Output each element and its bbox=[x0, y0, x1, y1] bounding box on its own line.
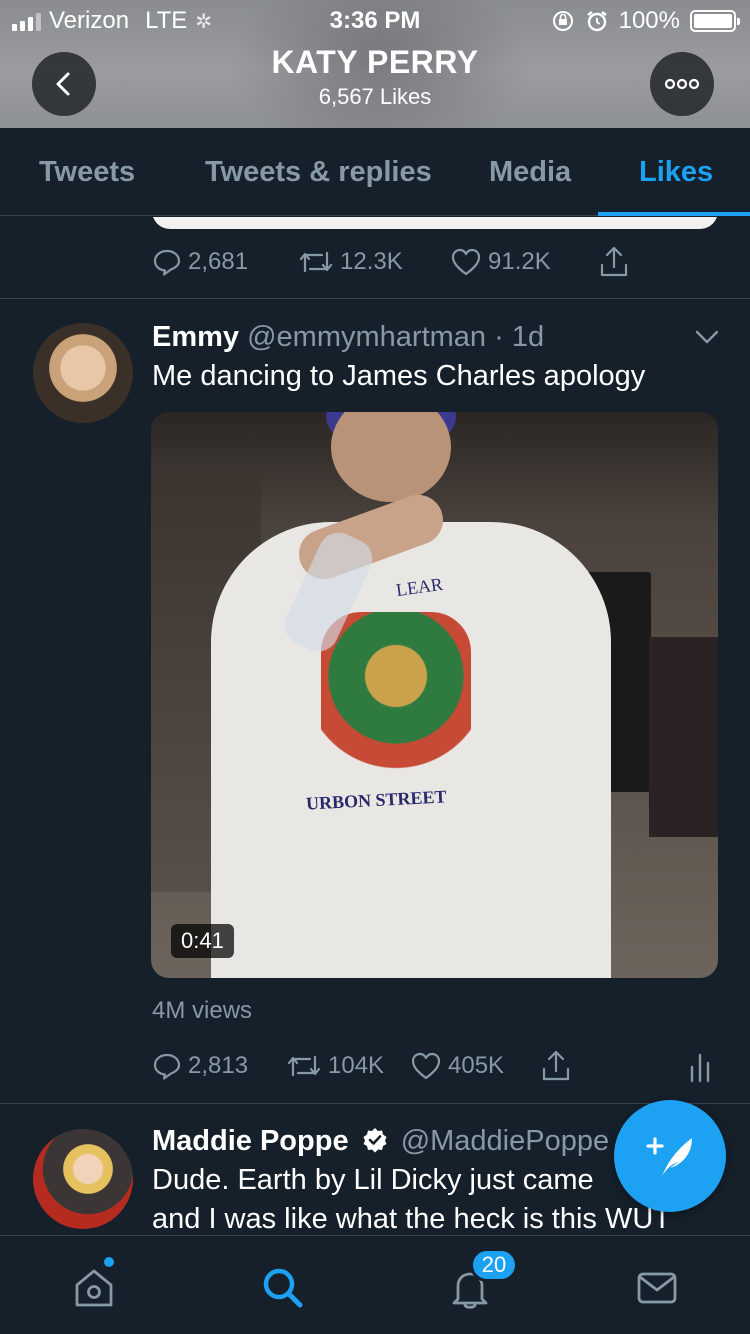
battery-percent: 100% bbox=[618, 7, 680, 34]
avatar[interactable] bbox=[33, 323, 133, 423]
tab-likes[interactable]: Likes bbox=[639, 156, 713, 189]
retweet-icon bbox=[299, 251, 333, 273]
tab-media[interactable]: Media bbox=[489, 156, 571, 189]
new-tweets-dot bbox=[104, 1257, 114, 1267]
previous-tweet-image[interactable] bbox=[152, 217, 718, 229]
messages-tab[interactable] bbox=[633, 1264, 681, 1312]
alarm-icon bbox=[586, 11, 607, 32]
retweet-action[interactable]: 12.3K bbox=[298, 247, 450, 277]
retweet-action[interactable]: 104K bbox=[286, 1051, 410, 1081]
tweet-text-line: Dude. Earth by Lil Dicky just came bbox=[152, 1164, 594, 1196]
heart-icon bbox=[411, 1052, 441, 1080]
analytics-icon[interactable] bbox=[688, 1051, 712, 1083]
likes-count: 6,567 Likes bbox=[318, 84, 432, 109]
share-action[interactable] bbox=[540, 1049, 572, 1083]
search-tab[interactable] bbox=[259, 1264, 307, 1312]
tweet-divider bbox=[0, 298, 750, 299]
active-tab-indicator bbox=[598, 212, 750, 216]
tweet-header: Maddie Poppe @MaddiePoppe bbox=[152, 1125, 609, 1158]
heart-icon bbox=[451, 248, 481, 276]
verified-badge-icon bbox=[363, 1128, 387, 1153]
page-title: KATY PERRY bbox=[271, 44, 479, 80]
like-action[interactable]: 91.2K bbox=[450, 247, 598, 277]
video-head-shape bbox=[331, 412, 451, 502]
more-options-button[interactable] bbox=[650, 52, 714, 116]
like-count: 405K bbox=[448, 1052, 505, 1079]
tweet-time: · 1d bbox=[494, 321, 545, 353]
tweet-header: Emmy @emmymhartman · 1d bbox=[152, 321, 544, 354]
profile-header: Verizon LTE ✲ 3:36 PM 100% KATY PERRY 6,… bbox=[0, 0, 750, 128]
author-handle[interactable]: @MaddiePoppe bbox=[401, 1125, 609, 1157]
status-right: 100% bbox=[551, 7, 740, 35]
tweet-actions: 2,813 104K 405K bbox=[152, 1049, 572, 1083]
reply-icon bbox=[153, 249, 181, 276]
chevron-down-icon[interactable] bbox=[694, 327, 720, 347]
retweet-count: 12.3K bbox=[340, 248, 403, 275]
search-icon bbox=[263, 1268, 303, 1308]
reply-action[interactable]: 2,813 bbox=[152, 1051, 286, 1081]
author-name[interactable]: Maddie Poppe bbox=[152, 1125, 349, 1157]
compose-tweet-button[interactable] bbox=[614, 1100, 726, 1212]
tweet-text-line: and I was like what the heck is this WUT bbox=[152, 1203, 671, 1235]
envelope-icon bbox=[637, 1272, 677, 1304]
retweet-icon bbox=[287, 1055, 321, 1077]
avatar[interactable] bbox=[33, 1129, 133, 1229]
home-icon bbox=[75, 1269, 113, 1307]
header-title-block: KATY PERRY 6,567 Likes bbox=[0, 44, 750, 110]
video-player[interactable]: LEAR URBON STREET 0:41 bbox=[151, 412, 718, 978]
battery-icon bbox=[690, 10, 740, 32]
view-count: 4M views bbox=[152, 997, 253, 1024]
profile-tabs: Tweets Tweets & replies Media Likes bbox=[0, 128, 750, 216]
status-bar: Verizon LTE ✲ 3:36 PM 100% bbox=[0, 0, 750, 40]
compose-feather-icon bbox=[646, 1137, 692, 1176]
home-tab[interactable] bbox=[70, 1264, 118, 1312]
tweet-text: Me dancing to James Charles apology bbox=[152, 360, 646, 392]
more-dots-icon bbox=[664, 78, 700, 90]
video-shirt-graphic bbox=[321, 612, 471, 772]
tab-tweets[interactable]: Tweets bbox=[39, 156, 135, 189]
video-poster-shape bbox=[649, 637, 718, 837]
timeline-feed[interactable]: 2,681 12.3K 91.2K Emmy @emmymhartman · 1… bbox=[0, 217, 750, 1235]
reply-count: 2,813 bbox=[188, 1052, 249, 1079]
reply-icon bbox=[153, 1053, 181, 1080]
like-count: 91.2K bbox=[488, 248, 551, 275]
video-duration: 0:41 bbox=[171, 924, 234, 958]
tweet-divider bbox=[0, 1103, 750, 1104]
tab-tweets-replies[interactable]: Tweets & replies bbox=[205, 156, 432, 189]
reply-count: 2,681 bbox=[188, 248, 249, 275]
author-name[interactable]: Emmy bbox=[152, 321, 239, 353]
previous-tweet-actions: 2,681 12.3K 91.2K bbox=[152, 245, 630, 279]
share-icon bbox=[542, 1050, 570, 1081]
notifications-badge: 20 bbox=[470, 1248, 518, 1282]
retweet-count: 104K bbox=[328, 1052, 385, 1079]
bottom-tab-bar: 20 bbox=[0, 1235, 750, 1334]
share-icon bbox=[600, 246, 628, 277]
author-handle[interactable]: @emmymhartman bbox=[247, 321, 486, 353]
reply-action[interactable]: 2,681 bbox=[152, 247, 298, 277]
like-action[interactable]: 405K bbox=[410, 1051, 540, 1081]
share-action[interactable] bbox=[598, 245, 630, 279]
rotation-lock-icon bbox=[552, 11, 573, 31]
